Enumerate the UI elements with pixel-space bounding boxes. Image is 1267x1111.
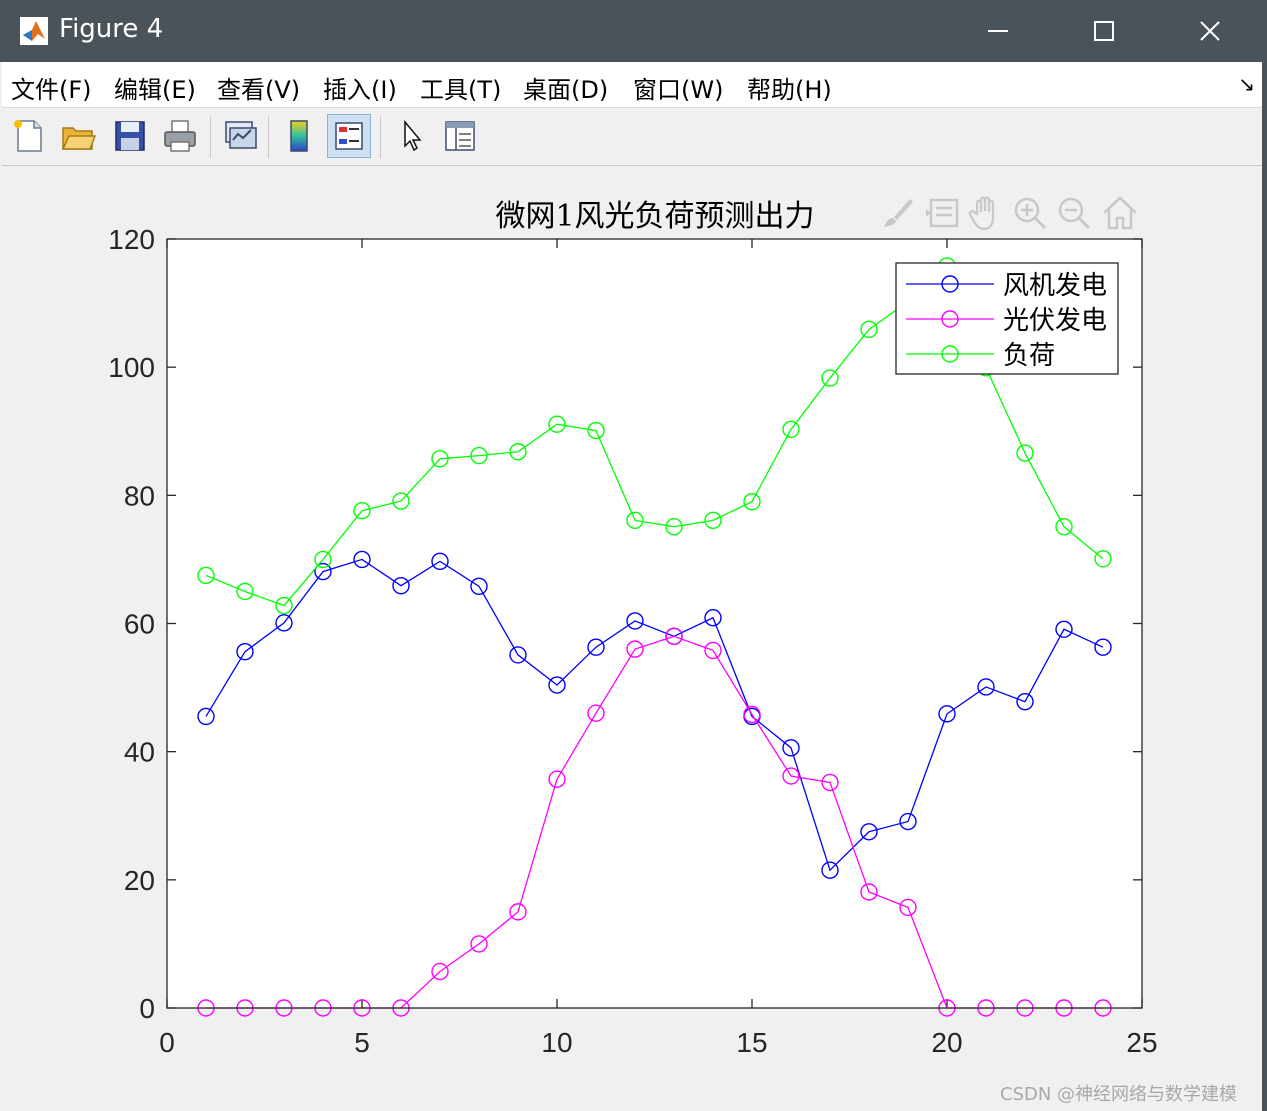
zoom-out-icon [1058,197,1091,230]
home-button[interactable] [1098,190,1142,236]
legend-label: 负荷 [1003,341,1055,371]
x-tick-label: 15 [736,1027,767,1058]
chart-title: 微网1风光负荷预测出力 [495,199,814,234]
figure-window: Figure 4 文件(F) 编辑(E) 查看(V) 插入(I) 工具(T) 桌… [0,0,1267,1111]
y-tick-label: 100 [108,352,155,383]
y-tick-label: 0 [139,993,155,1024]
x-tick-label: 25 [1126,1027,1157,1058]
y-tick-label: 20 [124,865,155,896]
x-tick-label: 20 [931,1027,962,1058]
zoom-in-icon [1014,197,1047,230]
x-tick-label: 0 [159,1027,175,1058]
pan-hand-icon [968,196,995,231]
brush-button[interactable] [876,190,920,236]
legend-label: 风机发电 [1003,271,1107,301]
legend[interactable]: 风机发电光伏发电负荷 [895,262,1119,375]
y-tick-label: 80 [124,480,155,511]
window-border [1262,62,1267,1111]
legend-label: 光伏发电 [1003,306,1107,336]
zoom-out-button[interactable] [1052,190,1096,236]
home-icon [1103,196,1137,230]
brush-icon [884,199,913,227]
pan-button[interactable] [964,190,1008,236]
data-tips-button[interactable] [920,190,964,236]
y-tick-label: 60 [124,609,155,640]
zoom-in-button[interactable] [1008,190,1052,236]
chart: 0 5 10 15 20 25 0 20 40 60 80 100 120 微网1风光负荷预测出力 风机… [108,199,1157,1058]
y-tick-label: 40 [124,737,155,768]
x-tick-label: 10 [541,1027,572,1058]
axes-toolbar [876,190,1146,236]
data-tips-icon [926,198,959,228]
watermark: CSDN @神经网络与数学建模 [1000,1084,1238,1105]
x-tick-label: 5 [354,1027,370,1058]
y-tick-label: 120 [108,224,155,255]
